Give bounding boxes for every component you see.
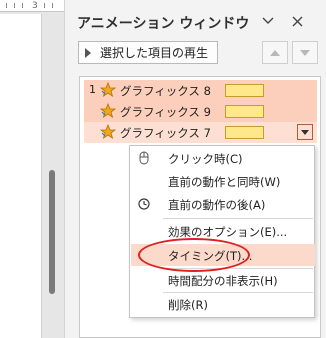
menu-item-label: 直前の動作と同時(W) (168, 175, 281, 189)
animation-name: グラフィックス 9 (120, 105, 211, 119)
horizontal-ruler: 3 (0, 0, 64, 12)
triangle-up-icon (270, 49, 280, 56)
chevron-down-icon (262, 17, 274, 24)
menu-item-label: 効果のオプション(E)... (168, 225, 288, 239)
menu-item-label: タイミング(T)... (168, 249, 253, 263)
menu-item-after-previous[interactable]: 直前の動作の後(A) (131, 193, 315, 215)
menu-item-effect-options[interactable]: 効果のオプション(E)... (131, 220, 315, 242)
menu-item-on-click[interactable]: クリック時(C) (131, 147, 315, 169)
animation-item[interactable]: グラフィックス 7 (84, 122, 317, 143)
timing-bar[interactable] (225, 105, 264, 118)
star-effect-icon (99, 103, 116, 118)
triangle-down-icon (300, 49, 310, 56)
menu-separator (163, 218, 313, 219)
star-effect-icon (99, 124, 116, 139)
move-up-button[interactable] (262, 41, 288, 64)
animation-order: 1 (89, 83, 96, 96)
play-selected-button[interactable]: 選択した項目の再生 (78, 41, 218, 64)
menu-item-with-previous[interactable]: 直前の動作と同時(W) (131, 170, 315, 192)
animation-context-menu: クリック時(C) 直前の動作と同時(W) 直前の動作の後(A) 効果のオプション… (129, 145, 315, 318)
menu-item-label: 時間配分の非表示(H) (168, 274, 278, 288)
close-icon (292, 16, 302, 26)
pane-options-button[interactable] (257, 10, 279, 32)
animation-name: グラフィックス 7 (120, 126, 211, 140)
play-icon (85, 47, 91, 58)
slide-page[interactable] (0, 14, 42, 338)
star-effect-icon (99, 82, 116, 97)
slide-editing-area: 3 (0, 0, 64, 338)
dropdown-arrow-icon (301, 129, 309, 135)
animation-item[interactable]: 1 グラフィックス 8 (84, 80, 317, 101)
menu-item-label: 削除(R) (168, 298, 208, 312)
menu-item-timing[interactable]: タイミング(T)... (131, 244, 315, 266)
pane-title: アニメーション ウィンドウ (77, 16, 250, 32)
ruler-marker: 3 (32, 1, 38, 11)
vertical-scrollbar-thumb[interactable] (49, 170, 55, 294)
play-selected-label: 選択した項目の再生 (100, 46, 209, 60)
menu-item-remove[interactable]: 削除(R) (131, 293, 315, 315)
clock-icon (136, 196, 152, 212)
timing-bar[interactable] (225, 126, 264, 139)
menu-item-label: クリック時(C) (168, 152, 243, 166)
item-dropdown-button[interactable] (297, 124, 313, 140)
animation-name: グラフィックス 8 (120, 84, 211, 98)
menu-item-label: 直前の動作の後(A) (168, 198, 266, 212)
menu-item-hide-timeline[interactable]: 時間配分の非表示(H) (131, 269, 315, 291)
mouse-icon (136, 150, 152, 166)
move-down-button[interactable] (292, 41, 318, 64)
animation-item[interactable]: グラフィックス 9 (84, 101, 317, 122)
close-button[interactable] (286, 10, 308, 32)
timing-bar[interactable] (225, 84, 264, 97)
